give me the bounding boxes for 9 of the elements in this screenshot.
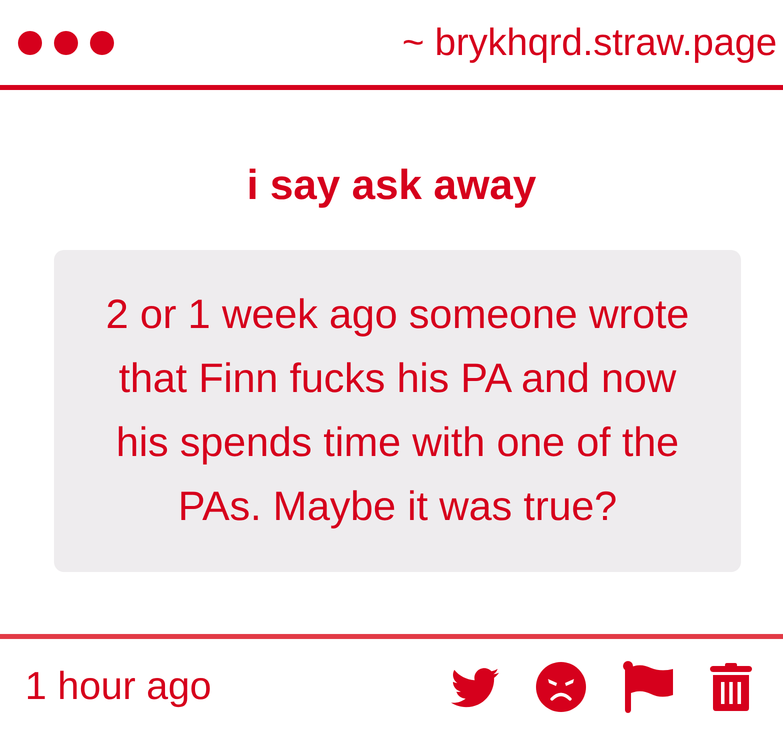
bird-icon[interactable] (451, 666, 499, 708)
more-menu-icon[interactable] (18, 30, 114, 54)
timestamp: 1 hour ago (25, 664, 212, 710)
angry-face-icon[interactable] (536, 662, 586, 712)
page-title: i say ask away (246, 160, 536, 210)
question-text: 2 or 1 week ago someone wrote that Finn fucks his PA and now his spends time with one of the PAs. Maybe it was true? (104, 290, 690, 531)
flag-icon[interactable] (623, 661, 673, 713)
site-address[interactable]: ~ brykhqrd.straw.page (402, 20, 777, 64)
trash-icon[interactable] (710, 663, 752, 711)
